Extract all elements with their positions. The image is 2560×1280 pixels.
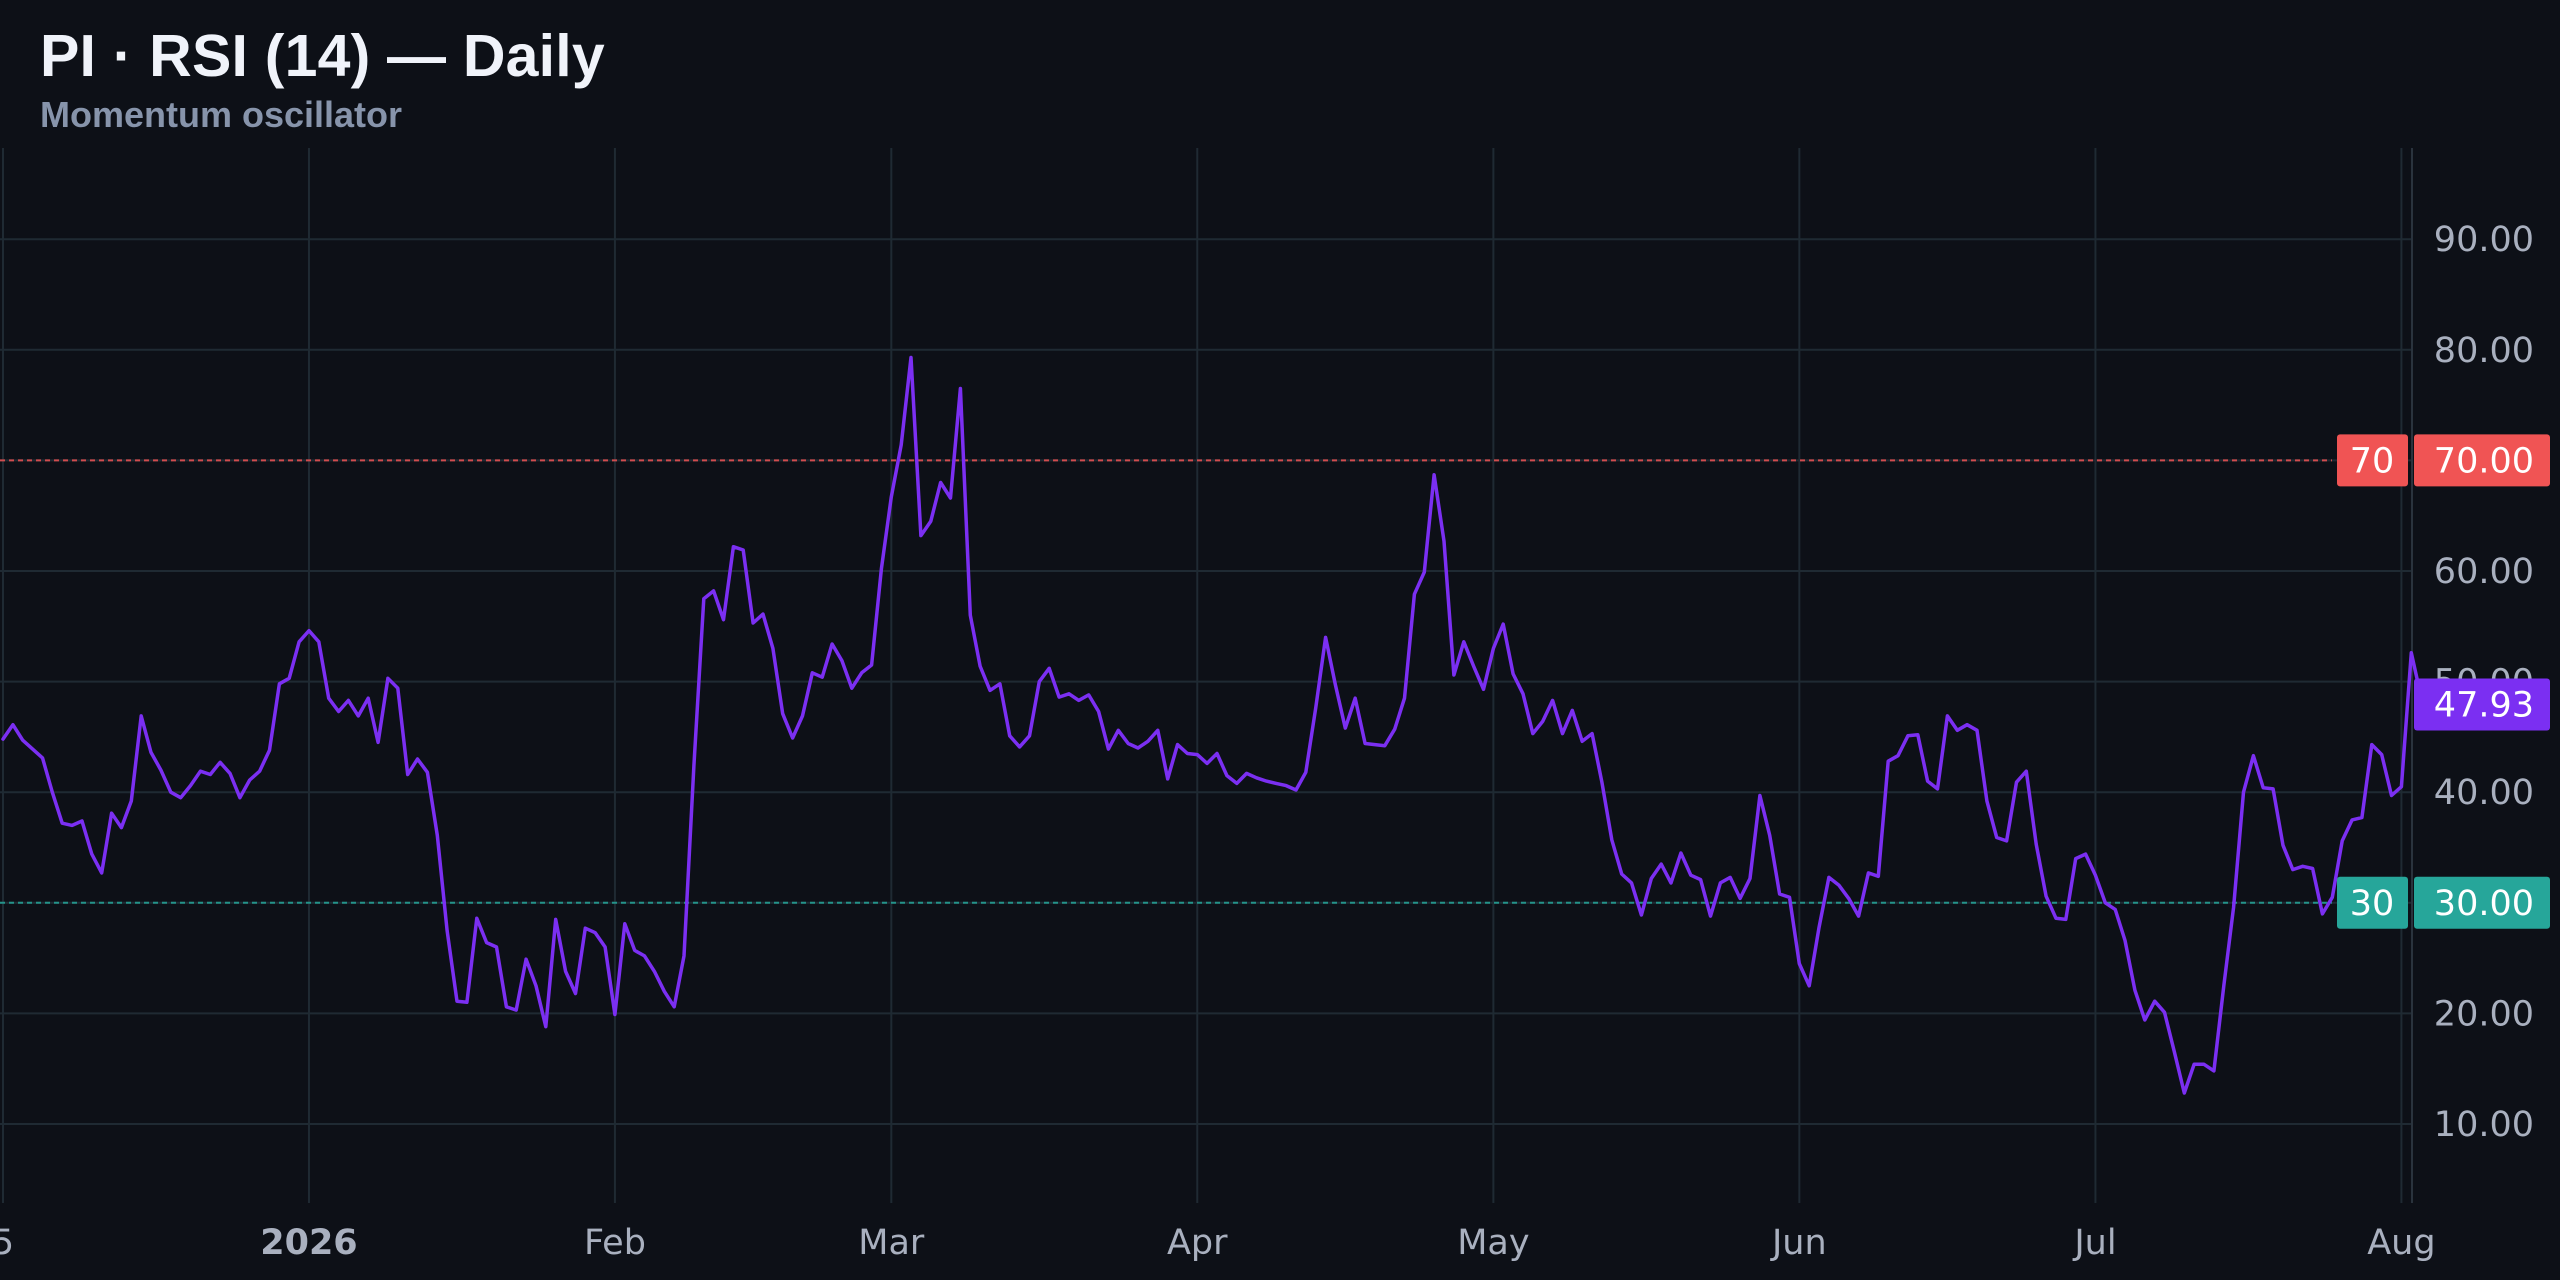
y-tick-label: 10.00 xyxy=(2434,1105,2534,1145)
x-tick-label: 2026 xyxy=(260,1223,357,1263)
x-tick-label: Aug xyxy=(2367,1223,2435,1263)
y-tick-label: 80.00 xyxy=(2434,331,2534,371)
grid-layer xyxy=(0,148,2413,1203)
y-tick-label: 90.00 xyxy=(2434,220,2534,260)
series-layer xyxy=(1,355,2433,1095)
y-tick-label: 40.00 xyxy=(2434,773,2534,813)
axis-layer: 10.0020.0030.0040.0050.0060.0070.0080.00… xyxy=(0,220,2534,1263)
oversold-level-label: 30 xyxy=(2350,884,2395,924)
overbought-axis-label: 70.00 xyxy=(2434,441,2534,481)
x-tick-label: Apr xyxy=(1167,1223,1228,1263)
oversold-axis-label: 30.00 xyxy=(2434,884,2534,924)
last-value-label: 47.93 xyxy=(2434,685,2534,725)
x-tick-label: Feb xyxy=(584,1223,646,1263)
y-tick-label: 20.00 xyxy=(2434,994,2534,1034)
rsi-chart[interactable]: 10.0020.0030.0040.0050.0060.0070.0080.00… xyxy=(0,0,2560,1280)
x-tick-label: May xyxy=(1457,1223,1529,1263)
x-tick-label: Mar xyxy=(858,1223,925,1263)
overbought-level-label: 70 xyxy=(2350,441,2395,481)
x-tick-label: Jun xyxy=(1770,1223,1827,1263)
rsi-line xyxy=(1,355,2433,1095)
x-tick-label: Jul xyxy=(2072,1223,2116,1263)
x-tick-label: 5 xyxy=(0,1223,14,1263)
y-tick-label: 60.00 xyxy=(2434,552,2534,592)
